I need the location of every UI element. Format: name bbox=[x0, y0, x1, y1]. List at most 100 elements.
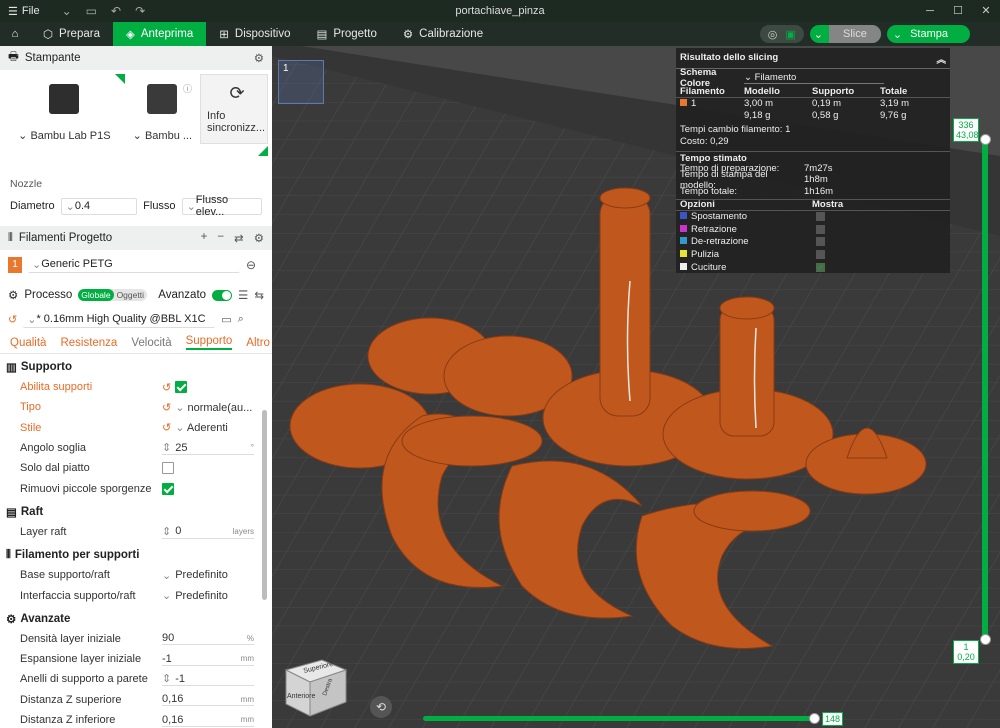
layer-bottom-handle[interactable] bbox=[980, 634, 991, 645]
printer-card[interactable]: ⌄ Bambu Lab P1S bbox=[4, 74, 125, 144]
threshold-input[interactable]: ⇕ 25 ° bbox=[162, 441, 254, 456]
scope-toggle[interactable]: Globale Oggetti bbox=[78, 289, 147, 301]
filament-icon: ⫴ bbox=[6, 548, 11, 561]
tab-supporto[interactable]: Supporto bbox=[185, 335, 233, 350]
enable-support-checkbox[interactable] bbox=[175, 381, 188, 394]
interface-filament-row: Interfaccia supporto/raft ⌄ Predefinito bbox=[0, 585, 272, 605]
slicing-title: Risultato dello slicing bbox=[680, 52, 779, 63]
left-panel: 🖶 Stampante ⚙ ⌄ Bambu Lab P1S ⌄ Bambu ... … bbox=[0, 46, 272, 728]
plate-thumbnail[interactable]: 1 bbox=[278, 60, 324, 104]
navigation-cube[interactable]: Superiore Anteriore Destra bbox=[282, 656, 350, 718]
tab-velocita[interactable]: Velocità bbox=[131, 337, 171, 349]
reset-icon[interactable]: ↺ bbox=[8, 313, 17, 326]
move-slider[interactable] bbox=[423, 716, 815, 721]
device-icon: ⊞ bbox=[219, 29, 229, 41]
save-icon[interactable]: ▭ bbox=[86, 4, 97, 18]
show-deretraction-checkbox[interactable] bbox=[816, 237, 825, 247]
support-filament-group-title: ⫴ Filamento per supporti bbox=[6, 548, 140, 562]
close-button[interactable]: ✕ bbox=[972, 0, 1000, 22]
view-reset-icon[interactable]: ⟲ bbox=[370, 696, 392, 718]
support-style-select[interactable]: ⌄ Aderenti bbox=[175, 421, 228, 434]
undo-icon[interactable]: ↶ bbox=[111, 4, 121, 18]
remove-small-checkbox[interactable] bbox=[162, 482, 174, 495]
list-icon[interactable]: ☰ bbox=[238, 288, 248, 302]
tab-calibrazione[interactable]: ⚙ Calibrazione bbox=[390, 22, 496, 46]
base-filament-select[interactable]: ⌄ Predefinito bbox=[162, 569, 254, 582]
move-slider-handle[interactable] bbox=[809, 713, 820, 724]
remove-icon[interactable]: − bbox=[217, 231, 224, 245]
minimize-button[interactable]: ─ bbox=[916, 0, 944, 22]
chevron-down-icon: ⌄ bbox=[892, 28, 903, 41]
top-z-input[interactable]: 0,16 mm bbox=[162, 693, 254, 707]
print-button[interactable]: ⌄ Stampa bbox=[886, 25, 970, 43]
reset-icon[interactable]: ↺ bbox=[162, 401, 171, 414]
diameter-select[interactable]: ⌄ 0.4 bbox=[60, 197, 138, 215]
layer-slider[interactable] bbox=[982, 140, 988, 640]
support-type-select[interactable]: ⌄ normale(au... bbox=[175, 401, 252, 414]
show-seams-checkbox[interactable]: ✓ bbox=[816, 262, 825, 272]
preset-select[interactable]: ⌄ * 0.16mm High Quality @BBL X1C bbox=[23, 311, 216, 328]
printer-header: 🖶 Stampante ⚙ bbox=[0, 46, 272, 70]
sync-filament-icon[interactable]: ⇄ bbox=[234, 231, 244, 245]
title-bar: ☰ File ⌄ ▭ ↶ ↷ portachiave_pinza ─ ☐ ✕ bbox=[0, 0, 1000, 22]
filament-item[interactable]: 1 ⌄ Generic PETG ⊖ bbox=[0, 250, 272, 279]
compare-icon[interactable]: ⇆ bbox=[254, 288, 264, 302]
advanced-toggle[interactable] bbox=[212, 289, 233, 301]
flow-select[interactable]: ⌄ Flusso elev... bbox=[181, 194, 262, 218]
maximize-button[interactable]: ☐ bbox=[944, 0, 972, 22]
option-wipe: Pulizia bbox=[676, 248, 950, 261]
tab-prepara[interactable]: ⬡ Prepara bbox=[30, 22, 113, 46]
initial-density-input[interactable]: 90% bbox=[162, 632, 254, 646]
cost: Costo: 0,29 bbox=[680, 135, 729, 147]
support-icon: ▥ bbox=[6, 362, 17, 374]
option-travel: Spostamento bbox=[676, 211, 950, 224]
reset-icon[interactable]: ↺ bbox=[162, 421, 171, 434]
file-menu[interactable]: ☰ File bbox=[0, 5, 48, 18]
collapse-icon[interactable]: ︽ bbox=[936, 52, 946, 66]
redo-icon[interactable]: ↷ bbox=[135, 4, 145, 18]
diameter-label: Diametro bbox=[10, 200, 55, 212]
gear-icon[interactable]: ⚙ bbox=[254, 231, 264, 245]
build-plate-only-checkbox[interactable] bbox=[162, 462, 174, 475]
gear-icon[interactable]: ⚙ bbox=[254, 51, 264, 65]
gear-icon: ⚙ bbox=[6, 613, 17, 626]
bottom-z-input[interactable]: 0,16 mm bbox=[162, 714, 254, 727]
minus-circle-icon[interactable]: ⊖ bbox=[246, 258, 256, 272]
filament-select[interactable]: ⌄ Generic PETG bbox=[28, 256, 240, 273]
printer-model: ⌄ Bambu Lab P1S bbox=[18, 130, 111, 142]
filament-icon: ⫴ bbox=[8, 231, 13, 244]
reset-icon[interactable]: ↺ bbox=[162, 381, 171, 394]
layer-top-handle[interactable] bbox=[980, 134, 991, 145]
search-icon[interactable]: ⌕ bbox=[238, 313, 244, 326]
tab-anteprima[interactable]: ◈ Anteprima bbox=[112, 22, 207, 46]
wall-loops-input[interactable]: ⇕ -1 bbox=[162, 672, 254, 687]
tab-qualita[interactable]: Qualità bbox=[10, 337, 46, 349]
tab-resistenza[interactable]: Resistenza bbox=[60, 337, 117, 349]
info-icon[interactable]: ⓘ bbox=[183, 82, 192, 95]
enable-support-row: Abilita supporti ↺ bbox=[0, 377, 272, 397]
add-icon[interactable]: + bbox=[201, 231, 208, 245]
interface-filament-select[interactable]: ⌄ Predefinito bbox=[162, 589, 254, 603]
raft-layers-input[interactable]: ⇕ 0 layers bbox=[162, 525, 254, 539]
show-wipe-checkbox[interactable] bbox=[816, 250, 825, 260]
cube-icon: ⬡ bbox=[43, 29, 54, 41]
bottom-z-row: Distanza Z inferiore 0,16 mm bbox=[20, 713, 254, 727]
tab-dispositivo[interactable]: ⊞ Dispositivo bbox=[206, 22, 303, 46]
tab-progetto[interactable]: ▤ Progetto bbox=[304, 22, 390, 46]
option-retraction: Retrazione bbox=[676, 223, 950, 236]
slice-button[interactable]: ⌄ Slice bbox=[809, 25, 881, 43]
sync-button[interactable]: ⟳ Info sincronizz... bbox=[200, 74, 268, 144]
show-travel-checkbox[interactable] bbox=[816, 212, 825, 222]
show-retraction-checkbox[interactable] bbox=[816, 224, 825, 234]
save-icon[interactable]: ▭ bbox=[221, 313, 231, 326]
settings-scrollbar[interactable] bbox=[262, 410, 267, 600]
plate-card[interactable]: ⌄ Bambu ... ⓘ bbox=[129, 74, 196, 144]
support-group-title: ▥ Supporto bbox=[6, 361, 72, 374]
color-scheme-select[interactable]: ⌄ Filamento bbox=[744, 72, 884, 84]
initial-expansion-input[interactable]: -1 mm bbox=[162, 653, 254, 666]
raft-layers-row: Layer raft ⇕ 0 layers bbox=[20, 525, 254, 539]
view-toggle[interactable]: ◎ ▣ bbox=[759, 25, 804, 43]
tab-altro[interactable]: Altro bbox=[246, 337, 270, 349]
home-icon[interactable]: ⌂ bbox=[0, 22, 30, 46]
chevron-down-icon[interactable]: ⌄ bbox=[62, 4, 72, 18]
